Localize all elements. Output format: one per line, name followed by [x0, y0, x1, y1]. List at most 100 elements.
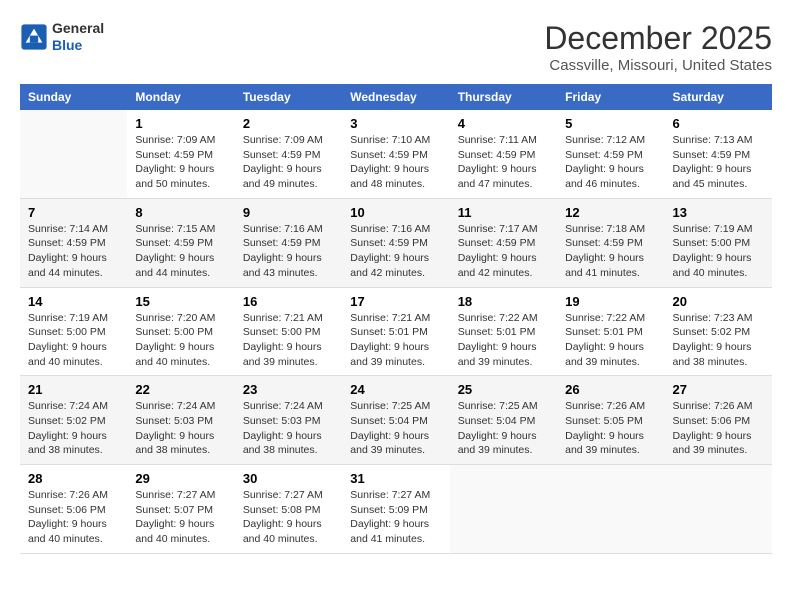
day-number: 2	[243, 116, 334, 131]
day-number: 21	[28, 382, 119, 397]
calendar-cell: 10 Sunrise: 7:16 AMSunset: 4:59 PMDayligh…	[342, 198, 449, 287]
title-section: December 2025 Cassville, Missouri, Unite…	[544, 20, 772, 74]
day-number: 16	[243, 294, 334, 309]
calendar-cell: 25Sunrise: 7:25 AMSunset: 5:04 PMDayligh…	[450, 376, 557, 465]
day-number: 8	[135, 205, 226, 220]
day-number: 10	[350, 205, 441, 220]
week-row-4: 21 Sunrise: 7:24 AMSunset: 5:02 PMDayligh…	[20, 376, 772, 465]
day-number: 6	[673, 116, 764, 131]
calendar-cell: 29 Sunrise: 7:27 AMSunset: 5:07 PMDayligh…	[127, 465, 234, 554]
logo-blue: Blue	[52, 37, 104, 54]
calendar-cell: 15 Sunrise: 7:20 AMSunset: 5:00 PMDayligh…	[127, 287, 234, 376]
week-row-2: 7 Sunrise: 7:14 AMSunset: 4:59 PMDaylight…	[20, 198, 772, 287]
day-number: 27	[673, 382, 764, 397]
day-info: Sunrise: 7:16 AMSunset: 4:59 PMDaylight:…	[350, 222, 441, 281]
day-info: Sunrise: 7:10 AMSunset: 4:59 PMDaylight:…	[350, 133, 441, 192]
day-number: 23	[243, 382, 334, 397]
calendar-cell: 6 Sunrise: 7:13 AMSunset: 4:59 PMDaylight…	[665, 110, 772, 198]
day-number: 15	[135, 294, 226, 309]
calendar-cell: 1Sunrise: 7:09 AMSunset: 4:59 PMDaylight…	[127, 110, 234, 198]
day-info: Sunrise: 7:19 AMSunset: 5:00 PMDaylight:…	[28, 311, 119, 370]
calendar-cell: 12 Sunrise: 7:18 AMSunset: 4:59 PMDayligh…	[557, 198, 664, 287]
calendar-cell: 30 Sunrise: 7:27 AMSunset: 5:08 PMDayligh…	[235, 465, 342, 554]
week-row-1: 1 Sunrise: 7:09 AMSunset: 4:59 PMDaylight…	[20, 110, 772, 198]
day-header-saturday: Saturday	[665, 84, 772, 110]
day-number: 17	[350, 294, 441, 309]
day-number: 13	[673, 205, 764, 220]
day-headers-row: SundayMondayTuesdayWednesdayThursdayFrid…	[20, 84, 772, 110]
day-header-friday: Friday	[557, 84, 664, 110]
day-info: Sunrise: 7:23 AMSunset: 5:02 PMDaylight:…	[673, 311, 764, 370]
logo-text: General Blue	[52, 20, 104, 54]
calendar-cell: 9Sunrise: 7:16 AMSunset: 4:59 PMDaylight…	[235, 198, 342, 287]
calendar-cell: 16Sunrise: 7:21 AMSunset: 5:00 PMDayligh…	[235, 287, 342, 376]
logo: General Blue	[20, 20, 104, 54]
day-number: 26	[565, 382, 656, 397]
calendar-cell	[665, 465, 772, 554]
week-row-5: 28Sunrise: 7:26 AMSunset: 5:06 PMDayligh…	[20, 465, 772, 554]
calendar-cell: 13 Sunrise: 7:19 AMSunset: 5:00 PMDayligh…	[665, 198, 772, 287]
day-info: Sunrise: 7:14 AMSunset: 4:59 PMDaylight:…	[28, 222, 119, 281]
day-number: 12	[565, 205, 656, 220]
day-number: 7	[28, 205, 119, 220]
calendar-cell: 3 Sunrise: 7:10 AMSunset: 4:59 PMDaylight…	[342, 110, 449, 198]
day-info: Sunrise: 7:24 AMSunset: 5:03 PMDaylight:…	[243, 399, 334, 458]
day-number: 29	[135, 471, 226, 486]
calendar-cell	[557, 465, 664, 554]
day-header-wednesday: Wednesday	[342, 84, 449, 110]
logo-general: General	[52, 20, 104, 37]
calendar-cell: 28Sunrise: 7:26 AMSunset: 5:06 PMDayligh…	[20, 465, 127, 554]
day-number: 18	[458, 294, 549, 309]
calendar-cell: 20Sunrise: 7:23 AMSunset: 5:02 PMDayligh…	[665, 287, 772, 376]
day-info: Sunrise: 7:25 AMSunset: 5:04 PMDaylight:…	[350, 399, 441, 458]
day-header-tuesday: Tuesday	[235, 84, 342, 110]
week-row-3: 14Sunrise: 7:19 AMSunset: 5:00 PMDayligh…	[20, 287, 772, 376]
day-info: Sunrise: 7:19 AMSunset: 5:00 PMDaylight:…	[673, 222, 764, 281]
day-info: Sunrise: 7:27 AMSunset: 5:07 PMDaylight:…	[135, 488, 226, 547]
day-number: 24	[350, 382, 441, 397]
calendar-cell: 23 Sunrise: 7:24 AMSunset: 5:03 PMDayligh…	[235, 376, 342, 465]
calendar-cell: 11Sunrise: 7:17 AMSunset: 4:59 PMDayligh…	[450, 198, 557, 287]
day-number: 30	[243, 471, 334, 486]
month-title: December 2025	[544, 20, 772, 57]
logo-icon	[20, 23, 48, 51]
day-info: Sunrise: 7:27 AMSunset: 5:08 PMDaylight:…	[243, 488, 334, 547]
day-info: Sunrise: 7:21 AMSunset: 5:01 PMDaylight:…	[350, 311, 441, 370]
header: General Blue December 2025 Cassville, Mi…	[20, 20, 772, 74]
calendar-cell: 4Sunrise: 7:11 AMSunset: 4:59 PMDaylight…	[450, 110, 557, 198]
calendar-table: SundayMondayTuesdayWednesdayThursdayFrid…	[20, 84, 772, 554]
calendar-cell: 31 Sunrise: 7:27 AMSunset: 5:09 PMDayligh…	[342, 465, 449, 554]
day-info: Sunrise: 7:09 AMSunset: 4:59 PMDaylight:…	[243, 133, 334, 192]
day-number: 31	[350, 471, 441, 486]
day-info: Sunrise: 7:18 AMSunset: 4:59 PMDaylight:…	[565, 222, 656, 281]
day-info: Sunrise: 7:20 AMSunset: 5:00 PMDaylight:…	[135, 311, 226, 370]
calendar-cell: 19Sunrise: 7:22 AMSunset: 5:01 PMDayligh…	[557, 287, 664, 376]
day-number: 5	[565, 116, 656, 131]
calendar-cell: 18Sunrise: 7:22 AMSunset: 5:01 PMDayligh…	[450, 287, 557, 376]
day-number: 25	[458, 382, 549, 397]
calendar-cell: 8 Sunrise: 7:15 AMSunset: 4:59 PMDaylight…	[127, 198, 234, 287]
day-header-monday: Monday	[127, 84, 234, 110]
day-info: Sunrise: 7:15 AMSunset: 4:59 PMDaylight:…	[135, 222, 226, 281]
day-number: 28	[28, 471, 119, 486]
calendar-cell: 27 Sunrise: 7:26 AMSunset: 5:06 PMDayligh…	[665, 376, 772, 465]
day-number: 3	[350, 116, 441, 131]
calendar-cell: 14Sunrise: 7:19 AMSunset: 5:00 PMDayligh…	[20, 287, 127, 376]
day-info: Sunrise: 7:22 AMSunset: 5:01 PMDaylight:…	[565, 311, 656, 370]
day-header-thursday: Thursday	[450, 84, 557, 110]
day-info: Sunrise: 7:16 AMSunset: 4:59 PMDaylight:…	[243, 222, 334, 281]
calendar-cell: 7 Sunrise: 7:14 AMSunset: 4:59 PMDaylight…	[20, 198, 127, 287]
day-header-sunday: Sunday	[20, 84, 127, 110]
day-info: Sunrise: 7:11 AMSunset: 4:59 PMDaylight:…	[458, 133, 549, 192]
day-info: Sunrise: 7:27 AMSunset: 5:09 PMDaylight:…	[350, 488, 441, 547]
calendar-cell: 21 Sunrise: 7:24 AMSunset: 5:02 PMDayligh…	[20, 376, 127, 465]
day-info: Sunrise: 7:24 AMSunset: 5:02 PMDaylight:…	[28, 399, 119, 458]
day-info: Sunrise: 7:26 AMSunset: 5:06 PMDaylight:…	[673, 399, 764, 458]
day-number: 1	[135, 116, 226, 131]
day-info: Sunrise: 7:13 AMSunset: 4:59 PMDaylight:…	[673, 133, 764, 192]
calendar-cell	[20, 110, 127, 198]
day-number: 22	[135, 382, 226, 397]
calendar-cell	[450, 465, 557, 554]
calendar-cell: 22Sunrise: 7:24 AMSunset: 5:03 PMDayligh…	[127, 376, 234, 465]
day-number: 11	[458, 205, 549, 220]
